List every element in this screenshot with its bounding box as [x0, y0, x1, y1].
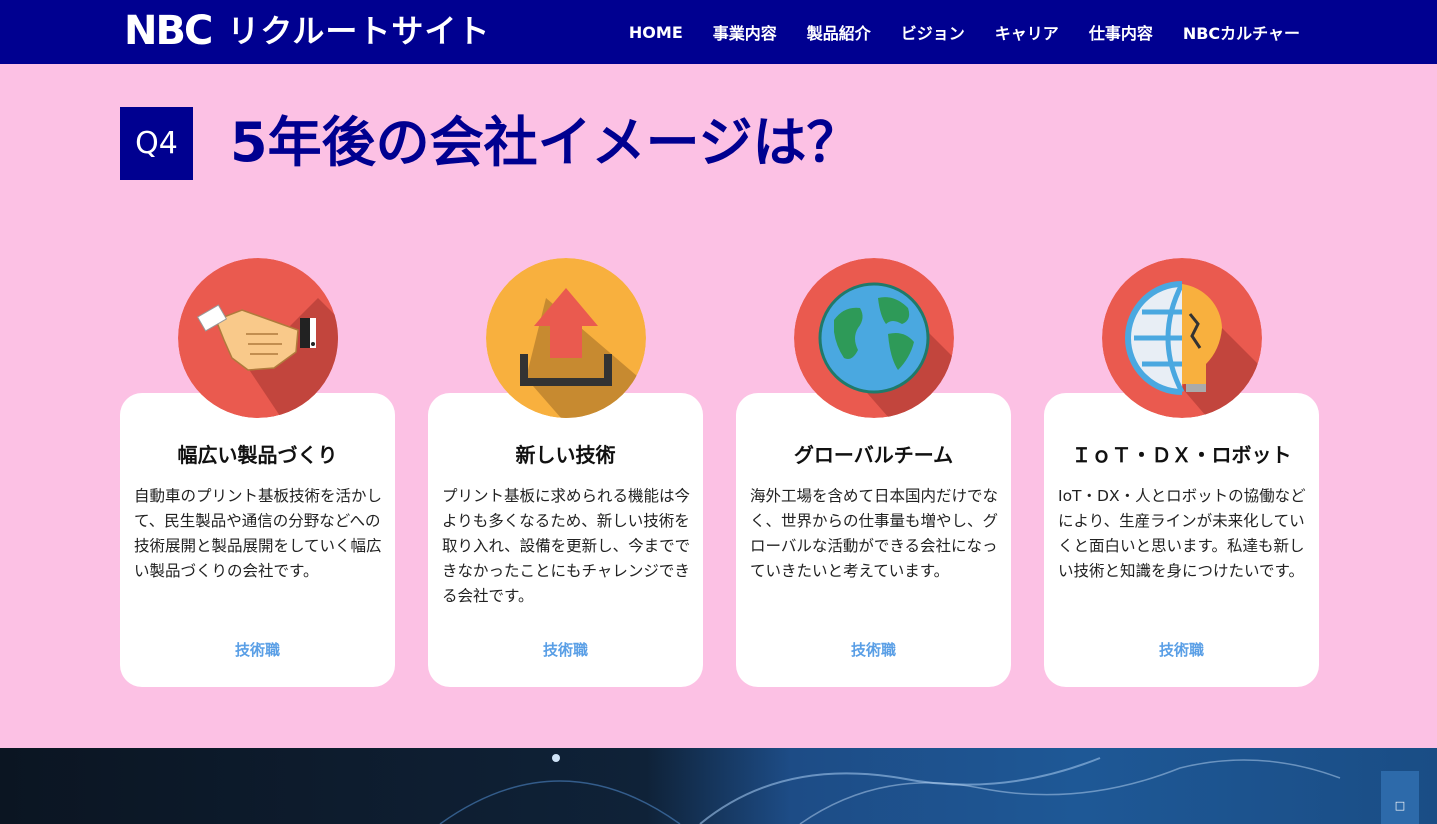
- card-tag-link[interactable]: 技術職: [736, 639, 1011, 660]
- section-title: 5年後の会社イメージは？: [230, 111, 861, 174]
- globe-icon: [794, 258, 954, 418]
- question-badge: Q4: [120, 107, 193, 180]
- top-navigation-bar: NBC リクルートサイト HOME 事業内容 製品紹介 ビジョン キャリア 仕事…: [0, 0, 1437, 64]
- handshake-icon: [178, 258, 338, 418]
- logo-mark: NBC: [124, 8, 213, 54]
- scroll-to-top-button[interactable]: □: [1381, 771, 1419, 824]
- card-body: 海外工場を含めて日本国内だけでなく、世界からの仕事量も増やし、グローバルな活動が…: [750, 487, 999, 580]
- logo-text: リクルートサイト: [227, 12, 491, 50]
- nav-career[interactable]: キャリア: [995, 20, 1059, 44]
- card-body: IoT・DX・人とロボットの協働などにより、生産ラインが未来化していくと面白いと…: [1058, 487, 1306, 580]
- main-nav: HOME 事業内容 製品紹介 ビジョン キャリア 仕事内容 NBCカルチャー: [599, 0, 1300, 64]
- upload-arrow-icon: [486, 258, 646, 418]
- card-title: グローバルチーム: [793, 443, 954, 467]
- card-title: 幅広い製品づくり: [177, 443, 338, 467]
- card-product-range: 幅広い製品づくり 自動車のプリント基板技術を活かして、民生製品や通信の分野などへ…: [120, 393, 395, 687]
- scroll-to-top-icon: □: [1394, 799, 1406, 812]
- nav-products[interactable]: 製品紹介: [807, 20, 871, 44]
- card-tag-link[interactable]: 技術職: [428, 639, 703, 660]
- card-title: 新しい技術: [515, 443, 616, 467]
- card-title: ＩｏＴ・ＤＸ・ロボット: [1071, 443, 1292, 467]
- nav-home[interactable]: HOME: [629, 23, 683, 42]
- card-body: プリント基板に求められる機能は今よりも多くなるため、新しい技術を取り入れ、設備を…: [442, 487, 691, 605]
- bottom-image-band: [0, 748, 1437, 824]
- nav-work[interactable]: 仕事内容: [1089, 20, 1153, 44]
- card-iot-dx-robot: ＩｏＴ・ＤＸ・ロボット IoT・DX・人とロボットの協働などにより、生産ラインが…: [1044, 393, 1319, 687]
- card-tag-link[interactable]: 技術職: [1044, 639, 1319, 660]
- nav-culture[interactable]: NBCカルチャー: [1183, 20, 1300, 44]
- card-global-team: グローバルチーム 海外工場を含めて日本国内だけでなく、世界からの仕事量も増やし、…: [736, 393, 1011, 687]
- globe-lightbulb-icon: [1102, 258, 1262, 418]
- nav-business[interactable]: 事業内容: [713, 20, 777, 44]
- card-new-technology: 新しい技術 プリント基板に求められる機能は今よりも多くなるため、新しい技術を取り…: [428, 393, 703, 687]
- site-logo[interactable]: NBC リクルートサイト: [124, 9, 490, 53]
- card-body: 自動車のプリント基板技術を活かして、民生製品や通信の分野などへの技術展開と製品展…: [134, 487, 383, 580]
- card-tag-link[interactable]: 技術職: [120, 639, 395, 660]
- nav-vision[interactable]: ビジョン: [901, 20, 965, 44]
